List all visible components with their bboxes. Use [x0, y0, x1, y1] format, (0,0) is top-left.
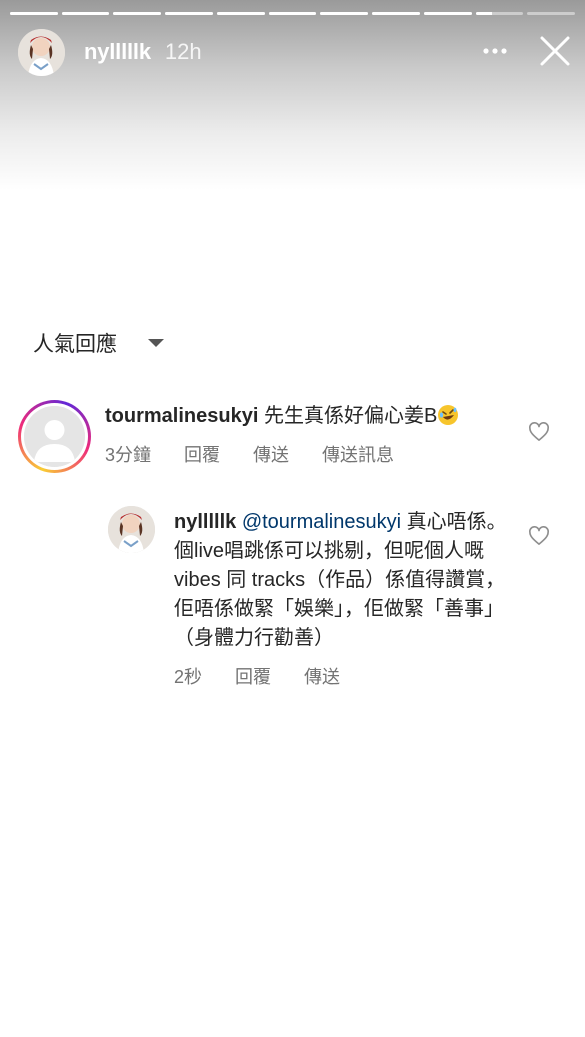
comment-text: nylllllk @tourmalinesukyi 真心唔係。個live唱跳係可… [174, 508, 509, 653]
comment-username[interactable]: nylllllk [174, 511, 236, 533]
story-progress-segment [527, 12, 576, 15]
comment-body: 先生真係好偏心姜B [263, 405, 438, 427]
story-progress-segment [216, 12, 265, 15]
comment-age: 2秒 [174, 667, 203, 687]
story-progress-segment [61, 12, 110, 15]
story-progress-segment [320, 12, 369, 15]
send-button[interactable]: 傳送 [253, 441, 289, 467]
comment-mention-link[interactable]: @tourmalinesukyi [242, 511, 401, 533]
close-icon[interactable] [536, 32, 574, 70]
send-button[interactable]: 傳送 [304, 663, 340, 689]
reply-button[interactable]: 回覆 [235, 663, 271, 689]
comment-age: 3分鐘 [105, 445, 152, 465]
rolling-on-floor-laughing-emoji-icon [438, 405, 459, 425]
like-heart-icon[interactable] [528, 422, 550, 442]
story-progress-segment [475, 12, 524, 15]
more-options-icon[interactable] [480, 36, 510, 66]
comment-text: tourmalinesukyi 先生真係好偏心姜B [105, 402, 515, 431]
story-author-avatar[interactable] [18, 28, 65, 76]
comment-meta: 3分鐘 回覆 傳送 傳送訊息 [105, 441, 515, 467]
reply-button[interactable]: 回覆 [184, 441, 220, 467]
story-progress-bar [10, 12, 576, 15]
story-header: nylllllk 12h [18, 28, 573, 76]
story-timestamp: 12h [164, 39, 202, 64]
commenter-avatar-story-ring[interactable] [18, 400, 91, 473]
comment-sort-label: 人氣回應 [33, 333, 117, 356]
comment-meta: 2秒 回覆 傳送 [174, 663, 509, 689]
story-progress-segment [10, 12, 58, 15]
like-heart-icon[interactable] [528, 526, 550, 546]
comment-sort-dropdown[interactable]: 人氣回應 [33, 328, 165, 358]
story-progress-segment [165, 12, 213, 15]
default-avatar-icon [24, 406, 85, 467]
commenter-avatar[interactable] [108, 506, 155, 553]
send-message-button[interactable]: 傳送訊息 [322, 441, 394, 467]
story-author-username[interactable]: nylllllk [84, 39, 151, 65]
story-progress-segment [268, 12, 317, 15]
caret-down-icon [148, 339, 164, 347]
story-progress-segment [423, 12, 472, 15]
comment-username[interactable]: tourmalinesukyi [105, 405, 258, 427]
story-progress-segment [113, 12, 162, 15]
story-progress-segment [372, 12, 420, 15]
